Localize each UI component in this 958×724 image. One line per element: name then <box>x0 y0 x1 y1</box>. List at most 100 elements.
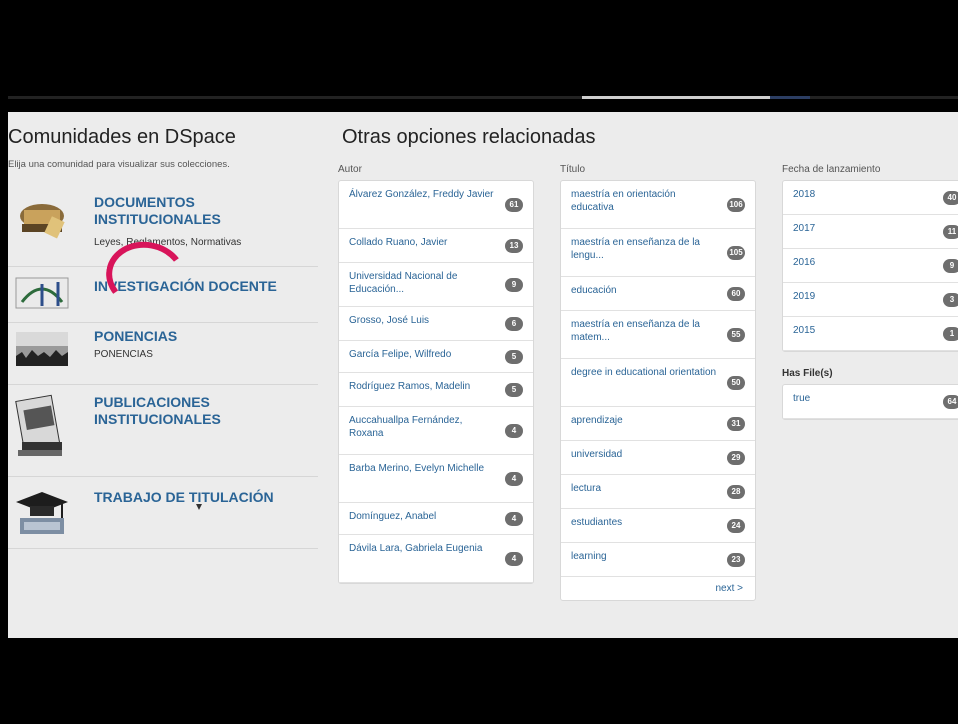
facet-item[interactable]: Grosso, José Luis 6 <box>339 307 533 341</box>
related-title: Otras opciones relacionadas <box>342 126 596 148</box>
facet-label[interactable]: Aucca­huallpa Fernández, Roxana <box>349 415 462 439</box>
graduation-cap-icon <box>14 488 70 538</box>
facet-list: maestría en orientación educativa 106 mae… <box>560 180 756 601</box>
facet-label[interactable]: 2015 <box>793 325 815 336</box>
count-badge: 4 <box>505 551 523 566</box>
facet-item[interactable]: degree in educational orientation 50 <box>561 359 755 407</box>
count-badge: 55 <box>727 327 745 342</box>
facet-label[interactable]: degree in educational orientation <box>571 367 716 378</box>
next-link[interactable]: next > <box>561 577 755 600</box>
count-badge: 9 <box>505 277 523 292</box>
count-badge: 40 <box>943 190 958 205</box>
video-bottom-letterbox <box>0 638 958 724</box>
facet-item[interactable]: universidad 29 <box>561 441 755 475</box>
count-badge: 5 <box>505 349 523 364</box>
facet-label[interactable]: García Felipe, Wilfredo <box>349 349 451 360</box>
facet-item[interactable]: 2018 40 <box>783 181 958 215</box>
facet-item[interactable]: Dávila Lara, Gabriela Eugenia 4 <box>339 535 533 583</box>
facet-item[interactable]: Collado Ruano, Javier 13 <box>339 229 533 263</box>
facet-label[interactable]: estudiantes <box>571 517 622 528</box>
facet-item[interactable]: educación 60 <box>561 277 755 311</box>
publications-icon <box>14 394 70 460</box>
facet-item[interactable]: true 64 <box>783 385 958 419</box>
count-badge: 4 <box>505 511 523 526</box>
facet-list: true 64 <box>782 384 958 420</box>
dspace-page: Comunidades en DSpace Elija una comunida… <box>8 112 958 638</box>
community-description: Leyes, Reglamentos, Normativas <box>94 237 242 248</box>
facet-item[interactable]: estudiantes 24 <box>561 509 755 543</box>
count-badge: 23 <box>727 552 745 567</box>
count-badge: 24 <box>727 518 745 533</box>
count-badge: 29 <box>727 450 745 465</box>
count-badge: 106 <box>727 197 745 212</box>
community-titulacion[interactable]: TRABAJO DE TITULACIÓN <box>8 476 318 549</box>
facet-item[interactable]: García Felipe, Wilfredo 5 <box>339 341 533 373</box>
facet-label[interactable]: true <box>793 393 810 404</box>
facet-item[interactable]: 2015 1 <box>783 317 958 351</box>
facet-label[interactable]: maestría en enseñanza de la lengu... <box>571 237 700 261</box>
conference-icon <box>14 330 70 368</box>
facet-label[interactable]: universidad <box>571 449 622 460</box>
facet-item[interactable]: maestría en enseñanza de la matem... 55 <box>561 311 755 359</box>
facet-item[interactable]: 2017 11 <box>783 215 958 249</box>
facet-label[interactable]: Barba Merino, Evelyn Michelle <box>349 463 484 474</box>
loading-progress-track <box>8 96 958 99</box>
facet-item[interactable]: Domínguez, Anabel 4 <box>339 503 533 535</box>
community-title[interactable]: PUBLICACIONES INSTITUCIONALES <box>94 394 314 428</box>
facet-heading: Título <box>560 164 586 175</box>
facet-label[interactable]: learning <box>571 551 607 562</box>
count-badge: 13 <box>505 238 523 253</box>
community-publicaciones[interactable]: PUBLICACIONES INSTITUCIONALES <box>8 384 318 477</box>
facet-item[interactable]: Aucca­huallpa Fernández, Roxana 4 <box>339 407 533 455</box>
facet-label[interactable]: Universidad Nacional de Educación... <box>349 271 457 295</box>
facet-item[interactable]: Rodríguez Ramos, Madelin 5 <box>339 373 533 407</box>
facet-item[interactable]: 2016 9 <box>783 249 958 283</box>
facet-list: 2018 40 2017 11 2016 9 2019 3 2015 1 <box>782 180 958 352</box>
loading-progress-fill <box>582 96 770 99</box>
mouse-cursor-icon <box>196 504 202 510</box>
facet-item[interactable]: maestría en orientación educativa 106 <box>561 181 755 229</box>
count-badge: 4 <box>505 471 523 486</box>
facet-label[interactable]: maestría en enseñanza de la matem... <box>571 319 700 343</box>
facet-label[interactable]: Dávila Lara, Gabriela Eugenia <box>349 543 482 554</box>
community-title[interactable]: DOCUMENTOS INSTITUCIONALES <box>94 194 314 228</box>
facet-label[interactable]: aprendizaje <box>571 415 623 426</box>
facet-heading: Autor <box>338 164 362 175</box>
count-badge: 64 <box>943 394 958 409</box>
loading-progress-accent <box>770 96 810 99</box>
facet-label[interactable]: lectura <box>571 483 601 494</box>
count-badge: 5 <box>505 382 523 397</box>
communities-title: Comunidades en DSpace <box>8 126 236 148</box>
facet-item[interactable]: Universidad Nacional de Educación... 9 <box>339 263 533 307</box>
facet-label[interactable]: Collado Ruano, Javier <box>349 237 447 248</box>
count-badge: 6 <box>505 316 523 331</box>
count-badge: 4 <box>505 423 523 438</box>
community-title[interactable]: PONENCIAS <box>94 328 314 345</box>
facet-list: Álvarez González, Freddy Javier 61 Collad… <box>338 180 534 584</box>
facet-titulo: Título maestría en orientación educativa… <box>560 164 756 601</box>
facet-label[interactable]: 2017 <box>793 223 815 234</box>
facet-item[interactable]: aprendizaje 31 <box>561 407 755 441</box>
facet-label[interactable]: 2018 <box>793 189 815 200</box>
facet-label[interactable]: 2016 <box>793 257 815 268</box>
community-ponencias[interactable]: PONENCIAS PONENCIAS <box>8 322 318 385</box>
facet-label[interactable]: Álvarez González, Freddy Javier <box>349 189 494 200</box>
facet-fecha: Fecha de lanzamiento 2018 40 2017 11 2016 9… <box>782 164 958 420</box>
facet-heading: Has File(s) <box>782 368 833 379</box>
facet-label[interactable]: Rodríguez Ramos, Madelin <box>349 381 470 392</box>
research-icon <box>14 274 70 312</box>
facet-label[interactable]: educación <box>571 285 617 296</box>
facet-label[interactable]: 2019 <box>793 291 815 302</box>
facet-item[interactable]: Barba Merino, Evelyn Michelle 4 <box>339 455 533 503</box>
facet-item[interactable]: maestría en enseñanza de la lengu... 105 <box>561 229 755 277</box>
facet-item[interactable]: learning 23 <box>561 543 755 577</box>
facet-label[interactable]: maestría en orientación educativa <box>571 189 676 213</box>
facet-item[interactable]: lectura 28 <box>561 475 755 509</box>
count-badge: 3 <box>943 292 958 307</box>
facet-label[interactable]: Domínguez, Anabel <box>349 511 436 522</box>
facet-item[interactable]: Álvarez González, Freddy Javier 61 <box>339 181 533 229</box>
facet-label[interactable]: Grosso, José Luis <box>349 315 429 326</box>
count-badge: 31 <box>727 416 745 431</box>
facet-item[interactable]: 2019 3 <box>783 283 958 317</box>
community-title[interactable]: TRABAJO DE TITULACIÓN <box>94 489 314 506</box>
